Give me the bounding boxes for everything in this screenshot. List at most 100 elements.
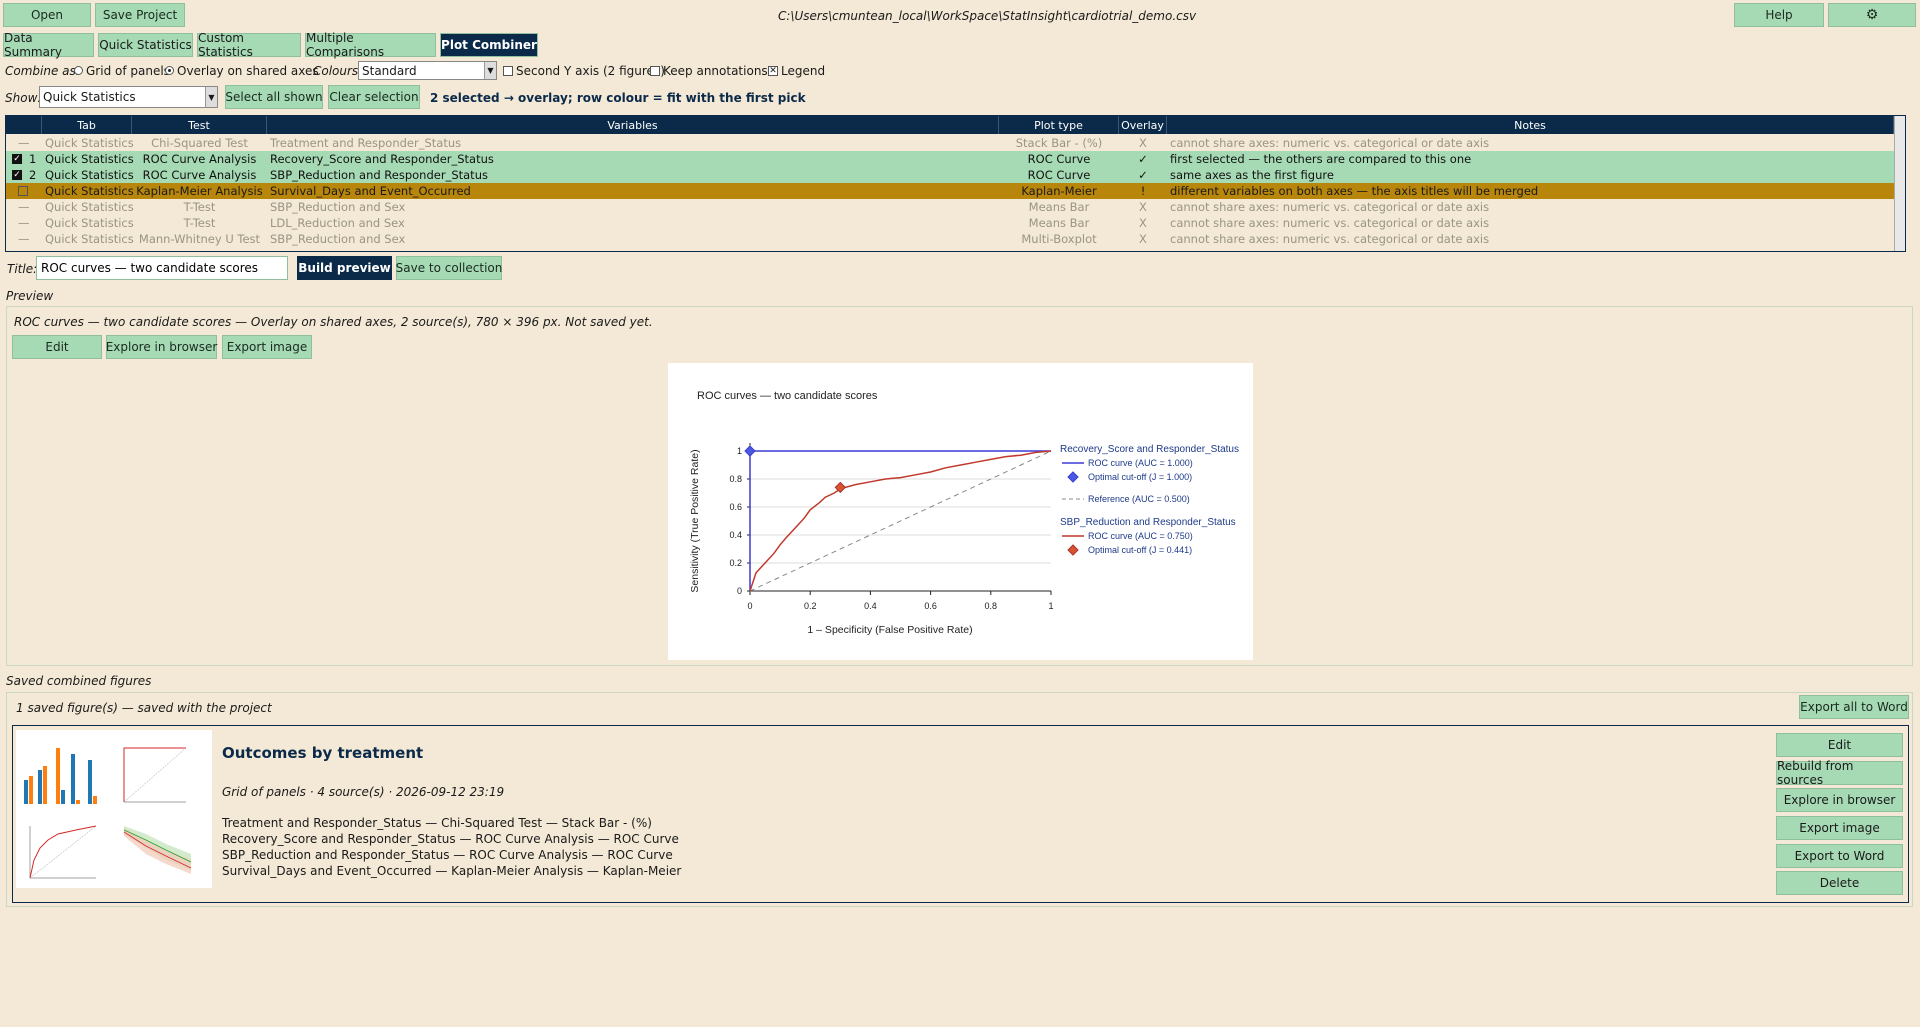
table-row[interactable]: — Quick Statistics Mann-Whitney U Test S… (6, 231, 1905, 247)
show-label: Show: (5, 91, 42, 105)
x-tick-label: 0.6 (924, 601, 937, 611)
row-mark: — (18, 216, 30, 230)
table-row[interactable]: — Quick Statistics T-Test SBP_Reduction … (6, 199, 1905, 215)
header-plot-type[interactable]: Plot type (999, 116, 1119, 134)
saved-edit-button[interactable]: Edit (1776, 733, 1903, 757)
saved-section-title: Saved combined figures (6, 674, 152, 688)
legend-cutoff-1-marker (1067, 471, 1079, 483)
show-select[interactable]: Quick Statistics ▼ (39, 86, 218, 108)
x-tick-label: 0.8 (985, 601, 998, 611)
grid-of-panels-label: Grid of panels (86, 64, 170, 78)
row-checkbox[interactable]: ✓ (12, 151, 25, 167)
legend-label: Legend (781, 64, 826, 78)
table-row[interactable]: ✓ 2 Quick Statistics ROC Curve Analysis … (6, 167, 1905, 183)
preview-info: ROC curves — two candidate scores — Over… (14, 315, 653, 329)
row-notes: cannot share axes: numeric vs. categoric… (1170, 232, 1490, 246)
row-plot-type: ROC Curve (1027, 168, 1091, 182)
export-to-word-button[interactable]: Export to Word (1776, 844, 1903, 868)
build-preview-button[interactable]: Build preview (297, 256, 392, 280)
row-checkbox[interactable]: ✓ (12, 167, 25, 183)
radio-grid-of-panels[interactable]: Grid of panels (74, 64, 170, 78)
tab-plot-combiner[interactable]: Plot Combiner (440, 33, 538, 57)
radio-overlay-shared[interactable]: Overlay on shared axes (165, 64, 319, 78)
legend-checkbox[interactable]: ✕ Legend (768, 64, 825, 78)
second-y-checkbox[interactable]: Second Y axis (2 figures) (503, 64, 665, 78)
clear-selection-button[interactable]: Clear selection (328, 85, 420, 109)
table-row[interactable]: ✓ 1 Quick Statistics ROC Curve Analysis … (6, 151, 1905, 167)
row-notes: first selected — the others are compared… (1170, 152, 1472, 166)
row-notes: cannot share axes: numeric vs. categoric… (1170, 216, 1490, 230)
table-row[interactable]: — Quick Statistics Chi-Squared Test Trea… (6, 135, 1905, 151)
row-test: ROC Curve Analysis (142, 168, 257, 182)
open-button[interactable]: Open (3, 3, 91, 27)
x-tick-label: 0.4 (864, 601, 877, 611)
x-tick-label: 0.2 (804, 601, 817, 611)
gear-icon: ⚙ (1865, 7, 1879, 23)
keep-annotations-label: Keep annotations (663, 64, 768, 78)
saved-figure-thumbnail[interactable] (16, 730, 212, 888)
row-tab: Quick Statistics (45, 168, 134, 182)
row-variables: LDL_Reduction and Sex (270, 216, 405, 230)
delete-button[interactable]: Delete (1776, 871, 1903, 895)
overlay-shared-label: Overlay on shared axes (177, 64, 319, 78)
explore-in-browser-button[interactable]: Explore in browser (106, 335, 217, 359)
colours-select[interactable]: Standard ▼ (358, 61, 497, 80)
tab-custom-statistics[interactable]: Custom Statistics (197, 31, 301, 59)
chevron-down-icon: ▼ (484, 62, 496, 79)
title-input[interactable] (36, 256, 288, 280)
legend-group-1-title: Recovery_Score and Responder_Status (1060, 444, 1239, 455)
row-mark: 2 (29, 168, 37, 182)
saved-explore-in-browser-button[interactable]: Explore in browser (1776, 788, 1903, 812)
header-variables[interactable]: Variables (267, 116, 999, 134)
row-overlay: X (1139, 232, 1147, 246)
help-button[interactable]: Help (1734, 3, 1824, 27)
header-test[interactable]: Test (132, 116, 267, 134)
legend-cutoff-2: Optimal cut-off (J = 0.441) (1088, 545, 1192, 555)
save-project-button[interactable]: Save Project (95, 3, 185, 27)
row-variables: SBP_Reduction and Sex (270, 232, 406, 246)
thumb-bar (71, 754, 75, 804)
export-image-button[interactable]: Export image (222, 335, 312, 359)
saved-export-image-button[interactable]: Export image (1776, 816, 1903, 840)
row-variables: Treatment and Responder_Status (270, 136, 462, 150)
y-tick-label: 0.2 (729, 558, 742, 568)
row-overlay: ✓ (1138, 168, 1148, 182)
row-variables: SBP_Reduction and Sex (270, 200, 406, 214)
chart-title: ROC curves — two candidate scores (697, 390, 878, 402)
saved-count: 1 saved figure(s) — saved with the proje… (16, 701, 272, 715)
x-axis-label: 1 – Specificity (False Positive Rate) (807, 624, 972, 636)
select-all-shown-button[interactable]: Select all shown (225, 85, 323, 109)
tab-quick-statistics[interactable]: Quick Statistics (98, 33, 193, 57)
roc-chart-svg: ROC curves — two candidate scores Sensit… (689, 390, 1239, 636)
chevron-down-icon: ▼ (205, 87, 217, 107)
keep-annotations-checkbox[interactable]: Keep annotations (650, 64, 768, 78)
header-tab[interactable]: Tab (42, 116, 132, 134)
saved-figure-meta: Grid of panels · 4 source(s) · 2026-09-1… (222, 785, 505, 799)
export-all-to-word-button[interactable]: Export all to Word (1799, 695, 1909, 719)
preview-edit-button[interactable]: Edit (12, 335, 102, 359)
row-test: T-Test (183, 216, 216, 230)
table-scrollbar[interactable] (1894, 116, 1905, 251)
header-overlay[interactable]: Overlay (1119, 116, 1167, 134)
x-tick-label: 0 (747, 601, 752, 611)
rebuild-from-sources-button[interactable]: Rebuild from sources (1776, 759, 1903, 787)
tab-data-summary[interactable]: Data Summary (3, 31, 94, 59)
thumb-bar (88, 760, 92, 804)
y-tick-label: 0.6 (729, 502, 742, 512)
y-tick-label: 1 (737, 446, 742, 456)
table-row[interactable]: — Quick Statistics T-Test LDL_Reduction … (6, 215, 1905, 231)
thumb-bar (24, 780, 28, 804)
tab-multiple-comparisons[interactable]: Multiple Comparisons (305, 31, 436, 59)
row-tab: Quick Statistics (45, 200, 134, 214)
table-row[interactable]: Quick Statistics Kaplan-Meier Analysis S… (6, 183, 1905, 199)
thumb-bar (43, 766, 47, 804)
thumb-bar (76, 800, 80, 804)
settings-button[interactable]: ⚙ (1828, 3, 1916, 27)
thumb-bar (61, 790, 65, 804)
row-test: T-Test (183, 200, 216, 214)
y-tick-label: 0.4 (729, 530, 742, 540)
row-checkbox[interactable] (18, 183, 31, 199)
row-notes: same axes as the first figure (1170, 168, 1334, 182)
header-notes[interactable]: Notes (1167, 116, 1894, 134)
save-to-collection-button[interactable]: Save to collection (396, 256, 502, 280)
